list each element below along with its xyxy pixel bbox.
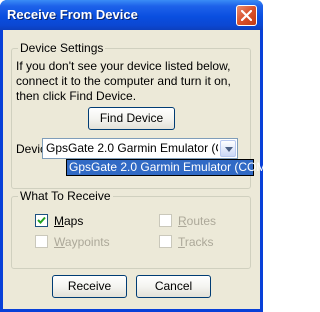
device-select-value: GpsGate 2.0 Garmin Emulator (COM7) (46, 141, 218, 155)
tracks-checkbox[interactable] (159, 235, 172, 248)
close-icon (241, 10, 252, 21)
device-settings-label: Device Settings (18, 41, 106, 55)
dialog-body: Device Settings If you don't see your de… (3, 30, 277, 309)
receive-from-device-dialog: Receive From Device Device Settings If y… (0, 0, 277, 312)
window-title: Receive From Device (7, 7, 138, 22)
maps-label[interactable]: Maps (54, 214, 83, 228)
device-dropdown-list: GpsGate 2.0 Garmin Emulator (COM7) (66, 159, 277, 176)
tracks-label[interactable]: Tracks (178, 235, 214, 249)
routes-checkbox[interactable] (159, 214, 172, 227)
checkmark-icon (37, 216, 46, 224)
what-to-receive-group: What To Receive (11, 189, 251, 269)
what-to-receive-label: What To Receive (18, 189, 113, 203)
receive-button[interactable]: Receive (52, 275, 127, 298)
maps-checkbox[interactable] (35, 214, 48, 227)
waypoints-checkbox[interactable] (35, 235, 48, 248)
device-option[interactable]: GpsGate 2.0 Garmin Emulator (COM7) (67, 160, 277, 175)
close-button[interactable] (236, 5, 257, 26)
dropdown-arrow-button[interactable] (220, 140, 236, 157)
cancel-button[interactable]: Cancel (136, 275, 211, 298)
waypoints-label[interactable]: Waypoints (54, 235, 110, 249)
device-select[interactable]: GpsGate 2.0 Garmin Emulator (COM7) (42, 138, 238, 159)
instructions-text: If you don't see your device listed belo… (16, 59, 231, 103)
chevron-down-icon (225, 147, 233, 152)
title-bar[interactable]: Receive From Device (0, 0, 263, 30)
find-device-button[interactable]: Find Device (88, 107, 175, 130)
routes-label[interactable]: Routes (178, 214, 216, 228)
